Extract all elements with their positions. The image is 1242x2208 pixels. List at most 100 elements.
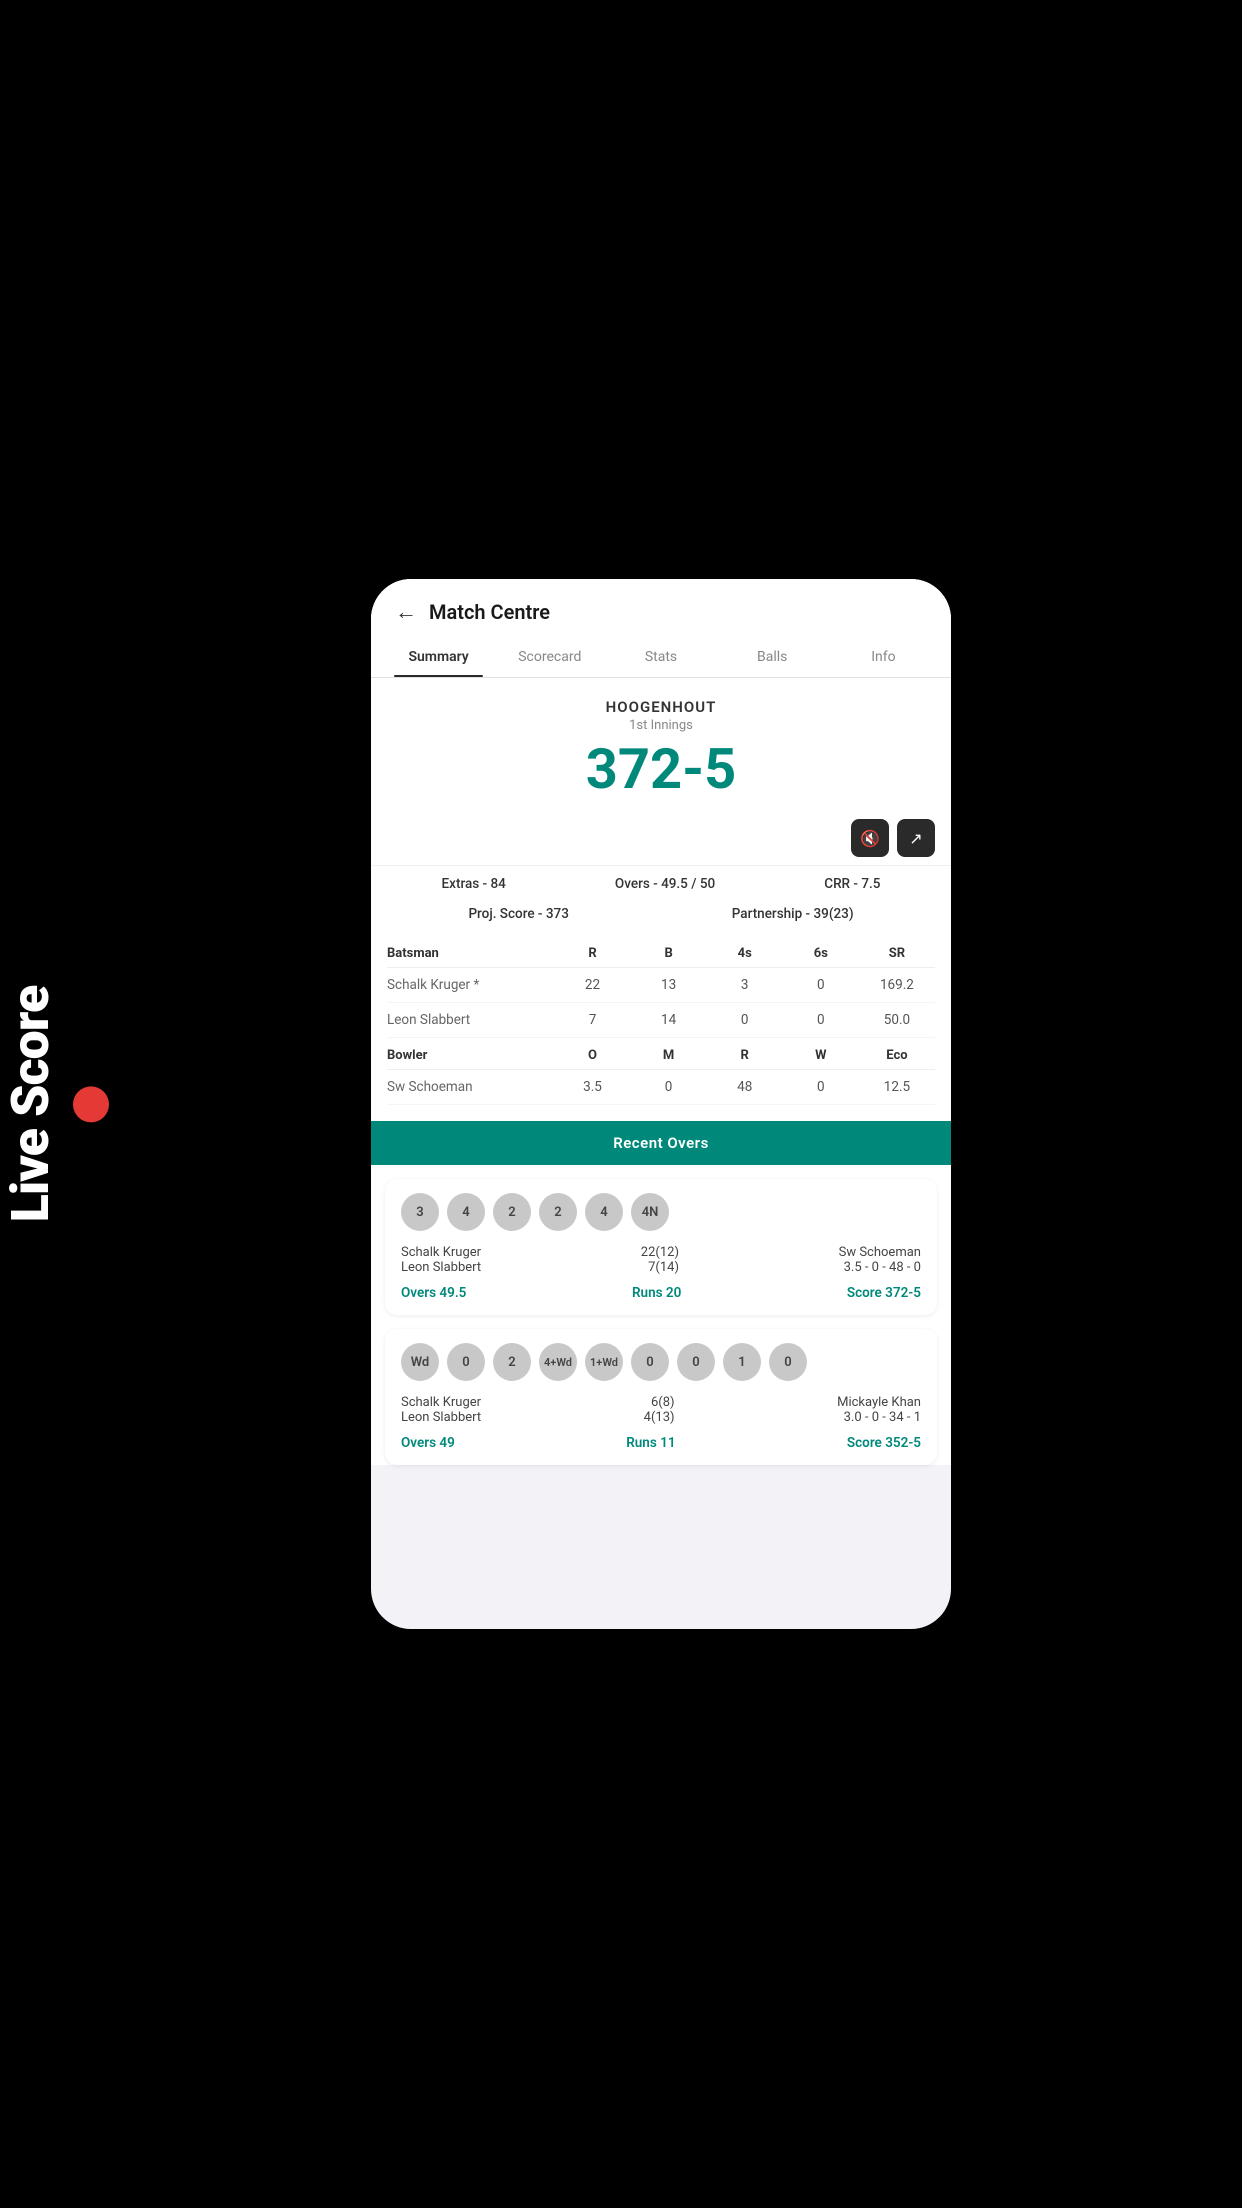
batsman-2-r: 7 [554,1012,630,1028]
live-dot [73,1086,109,1122]
over-1-score: Score 372-5 [847,1285,921,1301]
o-col-header: O [554,1048,630,1063]
mute-button[interactable]: 🔇 [851,819,889,857]
batsman-2-b: 14 [631,1012,707,1028]
batsman-1-sr: 169.2 [859,977,935,993]
recent-overs-title: Recent Overs [387,1134,935,1152]
over-card-2: Wd024+Wd1+Wd0010 Schalk Kruger Leon Slab… [385,1329,937,1465]
w-col-header: W [783,1048,859,1063]
over-batsmen-2: Schalk Kruger Leon Slabbert [401,1395,481,1425]
page-title: Match Centre [429,600,550,624]
side-label: Live Score [0,986,119,1223]
over-bowler-stats: 3.5 - 0 - 48 - 0 [839,1260,921,1275]
batsman-2-sr: 50.0 [859,1012,935,1028]
recent-overs-header: Recent Overs [371,1121,951,1165]
over-2-overs: Overs 49 [401,1435,455,1451]
over2-bat2-score: 4(13) [644,1410,675,1425]
eco-col-header: Eco [859,1048,935,1063]
sr-col-header: SR [859,946,935,961]
over2-bowler-stats: 3.0 - 0 - 34 - 1 [837,1410,921,1425]
share-button[interactable]: ↗ [897,819,935,857]
proj-score-stat: Proj. Score - 373 [468,906,568,922]
b-col-header: B [631,946,707,961]
batsman-1-4s: 3 [707,977,783,993]
over-bat1-name: Schalk Kruger [401,1245,481,1260]
action-buttons: 🔇 ↗ [371,819,951,865]
ball: Wd [401,1343,439,1381]
ball: 4 [447,1193,485,1231]
main-score: 372-5 [387,741,935,797]
batsman-1-b: 13 [631,977,707,993]
back-button[interactable]: ← [395,599,417,625]
bowler-1-eco: 12.5 [859,1079,935,1095]
r-col-header: R [554,946,630,961]
over2-bat1-score: 6(8) [644,1395,675,1410]
bowler-1-name: Sw Schoeman [387,1079,554,1095]
over-bat2-score: 7(14) [641,1260,679,1275]
over-footer-1: Overs 49.5 Runs 20 Score 372-5 [401,1285,921,1301]
bowler-table: Bowler O M R W Eco Sw Schoeman 3.5 0 48 … [371,1038,951,1121]
over-players-1: Schalk Kruger Leon Slabbert 22(12) 7(14)… [401,1245,921,1275]
over-bowler-name: Sw Schoeman [839,1245,921,1260]
bowler-col-header: Bowler [387,1048,554,1063]
bowler-1-w: 0 [783,1079,859,1095]
ball: 0 [677,1343,715,1381]
over-footer-2: Overs 49 Runs 11 Score 352-5 [401,1435,921,1451]
ball: 3 [401,1193,439,1231]
6s-col-header: 6s [783,946,859,961]
tab-stats[interactable]: Stats [605,637,716,677]
over-batsmen-1: Schalk Kruger Leon Slabbert [401,1245,481,1275]
batsman-2-name: Leon Slabbert [387,1012,554,1028]
batsmen-table: Batsman R B 4s 6s SR Schalk Kruger * 22 … [371,936,951,1038]
live-score-text: Live Score [0,986,61,1223]
ball: 1 [723,1343,761,1381]
phone-frame: ← Match Centre Summary Scorecard Stats B… [371,579,951,1629]
tab-balls[interactable]: Balls [717,637,828,677]
crr-stat: CRR - 7.5 [824,876,880,892]
batsman-row-2: Leon Slabbert 7 14 0 0 50.0 [387,1003,935,1038]
bowler-1-o: 3.5 [554,1079,630,1095]
over-players-2: Schalk Kruger Leon Slabbert 6(8) 4(13) M… [401,1395,921,1425]
ball: 0 [447,1343,485,1381]
bowler-row-1: Sw Schoeman 3.5 0 48 0 12.5 [387,1070,935,1105]
batsman-1-r: 22 [554,977,630,993]
app-content: ← Match Centre Summary Scorecard Stats B… [371,579,951,1465]
stats-row-1: Extras - 84 Overs - 49.5 / 50 CRR - 7.5 [371,865,951,902]
match-info: HOOGENHOUT 1st Innings 372-5 [371,678,951,819]
tab-info[interactable]: Info [828,637,939,677]
batsmen-header: Batsman R B 4s 6s SR [387,936,935,968]
r-col-header: R [707,1048,783,1063]
m-col-header: M [631,1048,707,1063]
header: ← Match Centre [371,579,951,637]
tab-summary[interactable]: Summary [383,637,494,677]
over-bat1-score: 22(12) [641,1245,679,1260]
over-card-1: 342244N Schalk Kruger Leon Slabbert 22(1… [385,1179,937,1315]
partnership-stat: Partnership - 39(23) [732,906,854,922]
over-2-score: Score 352-5 [847,1435,921,1451]
ball: 0 [769,1343,807,1381]
tab-bar: Summary Scorecard Stats Balls Info [371,637,951,678]
bowler-1-r: 48 [707,1079,783,1095]
batsman-2-4s: 0 [707,1012,783,1028]
tab-scorecard[interactable]: Scorecard [494,637,605,677]
team-name: HOOGENHOUT [387,698,935,716]
batsman-col-header: Batsman [387,946,554,961]
ball: 4 [585,1193,623,1231]
ball: 0 [631,1343,669,1381]
ball: 2 [493,1343,531,1381]
ball: 2 [493,1193,531,1231]
balls-row-1: 342244N [401,1193,921,1231]
4s-col-header: 4s [707,946,783,961]
balls-row-2: Wd024+Wd1+Wd0010 [401,1343,921,1381]
over2-bat2-name: Leon Slabbert [401,1410,481,1425]
over-1-runs: Runs 20 [632,1285,681,1301]
over2-bowler-name: Mickayle Khan [837,1395,921,1410]
overs-stat: Overs - 49.5 / 50 [615,876,715,892]
over-2-runs: Runs 11 [626,1435,675,1451]
batsman-1-name: Schalk Kruger * [387,977,554,993]
ball: 4N [631,1193,669,1231]
ball: 2 [539,1193,577,1231]
ball: 1+Wd [585,1343,623,1381]
bowler-1-m: 0 [631,1079,707,1095]
over-bat2-name: Leon Slabbert [401,1260,481,1275]
